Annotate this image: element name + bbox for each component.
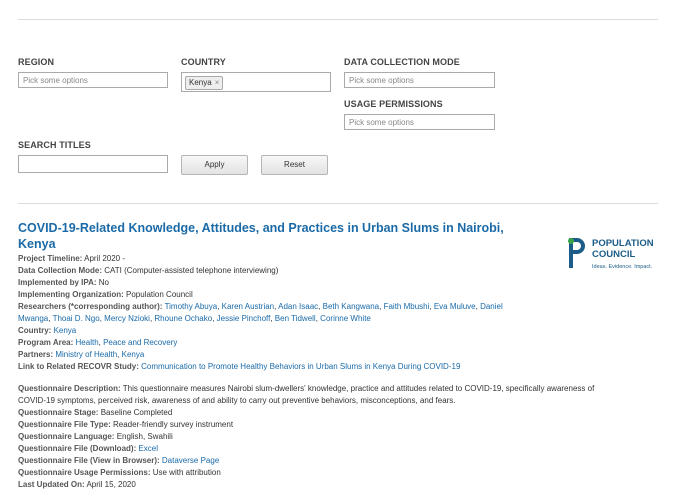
logo-name-line1: POPULATION [592, 238, 654, 249]
data-collection-mode-placeholder: Pick some options [349, 76, 414, 85]
project-timeline-row: Project Timeline: April 2020 - [18, 253, 618, 265]
field-label: Last Updated On: [18, 480, 85, 489]
result-title[interactable]: COVID-19-Related Knowledge, Attitudes, a… [18, 220, 518, 252]
partners-row: Partners: Ministry of Health, Kenya [18, 350, 145, 359]
questionnaire-file-type-row: Questionnaire File Type: Reader-friendly… [18, 419, 618, 431]
field-label: Questionnaire File (View in Browser): [18, 456, 160, 465]
usage-permissions-placeholder: Pick some options [349, 118, 414, 127]
field-label: Questionnaire File Type: [18, 420, 111, 429]
program-area-link[interactable]: Peace and Recovery [103, 338, 177, 347]
field-label: Project Timeline: [18, 254, 83, 263]
country-label: COUNTRY [181, 57, 226, 67]
questionnaire-browser-row: Questionnaire File (View in Browser): Da… [18, 455, 618, 467]
implemented-by-ipa-row: Implemented by IPA: No [18, 277, 618, 289]
data-collection-mode-label: DATA COLLECTION MODE [344, 57, 460, 67]
researcher-link[interactable]: Timothy Abuya [165, 302, 218, 311]
program-area-row: Program Area: Health, Peace and Recovery [18, 338, 178, 347]
field-label: Link to Related RECOVR Study: [18, 362, 139, 371]
partner-link[interactable]: Ministry of Health [55, 350, 117, 359]
reset-button[interactable]: Reset [261, 155, 328, 175]
researcher-link[interactable]: Karen Austrian [222, 302, 274, 311]
researcher-link[interactable]: Beth Kangwana [323, 302, 380, 311]
apply-button[interactable]: Apply [181, 155, 248, 175]
questionnaire-language-row: Questionnaire Language: English, Swahili [18, 431, 618, 443]
researcher-link[interactable]: Eva Muluve [434, 302, 476, 311]
program-area-link[interactable]: Health [76, 338, 99, 347]
field-label: Questionnaire Usage Permissions: [18, 468, 151, 477]
researchers-row: Researchers (*corresponding author): Tim… [18, 302, 503, 323]
search-titles-label: SEARCH TITLES [18, 140, 91, 150]
top-divider [18, 19, 658, 20]
questionnaire-download-row: Questionnaire File (Download): Excel [18, 443, 618, 455]
questionnaire-description-row: Questionnaire Description: This question… [18, 383, 618, 407]
last-updated-row: Last Updated On: April 15, 2020 [18, 479, 618, 491]
researcher-link[interactable]: Mercy Nzioki [104, 314, 150, 323]
data-collection-mode-select[interactable]: Pick some options [344, 72, 495, 88]
researcher-link[interactable]: Thoai D. Ngo [53, 314, 100, 323]
field-value: No [98, 278, 109, 287]
field-label: Partners: [18, 350, 54, 359]
questionnaire-stage-row: Questionnaire Stage: Baseline Completed [18, 407, 618, 419]
field-value: Use with attribution [152, 468, 221, 477]
field-label: Data Collection Mode: [18, 266, 103, 275]
usage-permissions-select[interactable]: Pick some options [344, 114, 495, 130]
field-label: Program Area: [18, 338, 74, 347]
field-value: Population Council [126, 290, 193, 299]
related-study-link[interactable]: Communication to Promote Healthy Behavio… [141, 362, 460, 371]
country-link[interactable]: Kenya [54, 326, 77, 335]
data-collection-mode-row: Data Collection Mode: CATI (Computer-ass… [18, 265, 618, 277]
researcher-link[interactable]: Jessie Pinchoff [217, 314, 271, 323]
field-value: Baseline Completed [100, 408, 173, 417]
field-value: Reader-friendly survey instrument [113, 420, 234, 429]
researcher-link[interactable]: Ben Tidwell [275, 314, 316, 323]
region-placeholder: Pick some options [23, 76, 88, 85]
dataverse-link[interactable]: Dataverse Page [162, 456, 219, 465]
search-titles-input[interactable] [18, 155, 168, 173]
field-value: English, Swahili [116, 432, 173, 441]
researcher-link[interactable]: Adan Isaac [278, 302, 318, 311]
field-label: Questionnaire Stage: [18, 408, 99, 417]
researcher-link[interactable]: Rhoune Ochako [154, 314, 212, 323]
country-chip: Kenya × [185, 76, 224, 90]
field-value: April 2020 - [84, 254, 126, 263]
field-label: Researchers (*corresponding author): [18, 302, 163, 311]
usage-permissions-label: USAGE PERMISSIONS [344, 99, 443, 109]
field-label: Implemented by IPA: [18, 278, 97, 287]
researcher-link[interactable]: Faith Mbushi [384, 302, 430, 311]
field-label: Questionnaire Description: [18, 384, 121, 393]
region-select[interactable]: Pick some options [18, 72, 168, 88]
download-link[interactable]: Excel [138, 444, 158, 453]
country-row: Country: Kenya [18, 325, 618, 337]
region-label: REGION [18, 57, 55, 67]
researcher-link[interactable]: Corinne White [320, 314, 371, 323]
field-value: April 15, 2020 [86, 480, 136, 489]
chip-remove-icon[interactable]: × [215, 78, 220, 87]
related-study-row: Link to Related RECOVR Study: Communicat… [18, 361, 618, 373]
country-select[interactable]: Kenya × [181, 72, 331, 92]
field-label: Country: [18, 326, 52, 335]
implementing-org-row: Implementing Organization: Population Co… [18, 289, 618, 301]
partner-link[interactable]: Kenya [122, 350, 145, 359]
results-divider [18, 203, 658, 204]
field-label: Questionnaire File (Download): [18, 444, 137, 453]
country-chip-label: Kenya [189, 78, 212, 87]
usage-permissions-row: Questionnaire Usage Permissions: Use wit… [18, 467, 618, 479]
field-label: Implementing Organization: [18, 290, 124, 299]
field-value: CATI (Computer-assisted telephone interv… [104, 266, 279, 275]
field-label: Questionnaire Language: [18, 432, 115, 441]
